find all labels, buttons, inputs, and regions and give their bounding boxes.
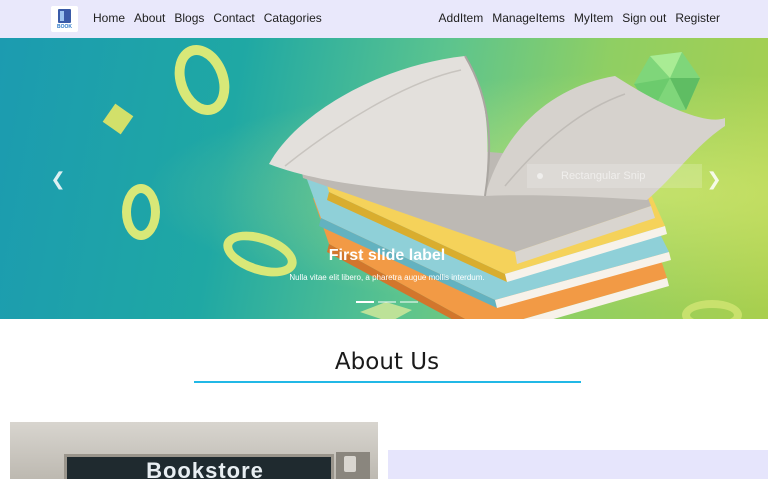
bookstore-photo: Bookstore <box>10 422 378 479</box>
book-logo-icon <box>58 9 71 23</box>
nav-link-categories[interactable]: Catagories <box>264 11 322 26</box>
decor-ring <box>165 38 239 123</box>
carousel-indicator-1[interactable] <box>356 301 374 303</box>
nav-right: AddItem ManageItems MyItem Sign out Regi… <box>439 11 720 26</box>
door-handle <box>344 456 356 472</box>
nav-link-blogs[interactable]: Blogs <box>174 11 204 26</box>
chevron-right-icon: ❯ <box>706 169 722 189</box>
nav-link-sign-out[interactable]: Sign out <box>622 11 666 26</box>
carousel-next-button[interactable]: ❯ <box>704 169 724 189</box>
carousel-prev-button[interactable]: ❮ <box>48 169 68 189</box>
nav-link-my-item[interactable]: MyItem <box>574 11 613 26</box>
about-title-underline <box>194 381 581 383</box>
nav-link-about[interactable]: About <box>134 11 165 26</box>
hero-carousel: Rectangular Snip ❮ ❯ First slide label N… <box>0 38 768 319</box>
nav-link-add-item[interactable]: AddItem <box>439 11 484 26</box>
bookstore-sign-text: Bookstore <box>146 458 264 479</box>
decor-cube <box>102 103 134 135</box>
carousel-indicator-3[interactable] <box>400 301 418 303</box>
carousel-caption-text: Nulla vitae elit libero, a pharetra augu… <box>289 273 485 282</box>
chevron-left-icon: ❮ <box>50 169 66 189</box>
nav-link-register[interactable]: Register <box>675 11 720 26</box>
carousel-indicators <box>356 301 422 303</box>
brand-logo-text: BOOK <box>57 24 72 30</box>
nav-left: Home About Blogs Contact Catagories <box>93 11 331 26</box>
carousel-caption-title: First slide label <box>328 247 446 264</box>
carousel-indicator-2[interactable] <box>378 301 396 303</box>
brand-logo[interactable]: BOOK <box>51 6 78 32</box>
decor-ring <box>122 184 160 240</box>
about-info-panel <box>388 450 768 479</box>
nav-link-contact[interactable]: Contact <box>213 11 254 26</box>
nav-link-home[interactable]: Home <box>93 11 125 26</box>
about-title: About Us <box>334 349 440 375</box>
rectangular-snip-overlay: Rectangular Snip <box>527 164 702 188</box>
nav-link-manage-items[interactable]: ManageItems <box>492 11 565 26</box>
navbar: BOOK Home About Blogs Contact Catagories… <box>0 0 768 38</box>
